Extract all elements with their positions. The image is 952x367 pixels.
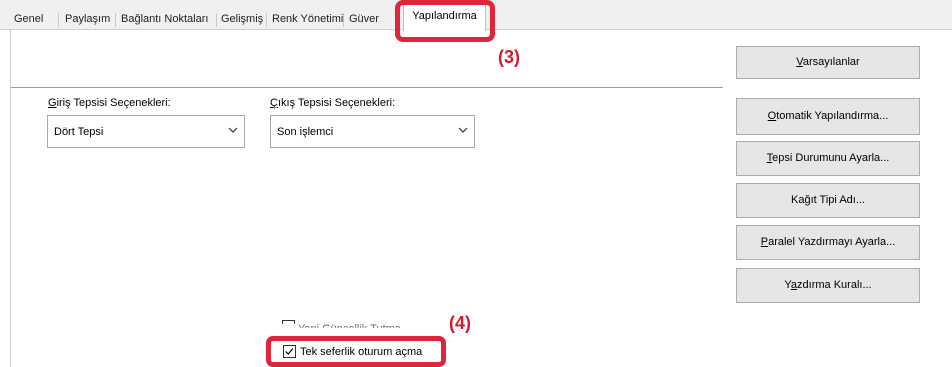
tab-color-management[interactable]: Renk Yönetimi (272, 10, 343, 30)
output-tray-value: Son işlemci (277, 126, 334, 138)
tab-separator (115, 13, 116, 27)
tab-general[interactable]: Genel (14, 10, 43, 30)
tab-separator (266, 13, 267, 27)
defaults-button-label: arsayılanlar (802, 56, 860, 68)
output-tray-label-text: ıkış Tepsisi Seçenekleri: (277, 97, 396, 109)
parallel-printing-button[interactable]: Paralel Yazdırmayı Ayarla... (736, 225, 920, 260)
paper-type-label: ıt Tipi Adı... (810, 194, 865, 206)
tab-separator (343, 13, 344, 27)
input-tray-label-text: iriş Tepsisi Seçenekleri: (56, 97, 171, 109)
auto-configuration-button[interactable]: Otomatik Yapılandırma... (736, 98, 920, 135)
single-signon-label[interactable]: Tek seferlik oturum açma (300, 346, 422, 358)
tab-highlight-box (395, 0, 495, 42)
input-tray-value: Dört Tepsi (54, 126, 104, 138)
input-tray-label: Giriş Tepsisi Seçenekleri: (48, 97, 171, 109)
print-rule-label: zdırma Kuralı... (797, 279, 872, 291)
tray-status-label: epsi Durumunu Ayarla... (772, 152, 890, 164)
chevron-down-icon (458, 127, 468, 133)
paper-type-label-prefix: Ka (790, 194, 805, 206)
print-rule-button[interactable]: Yazdırma Kuralı... (736, 268, 920, 303)
parallel-printing-label: aralel Yazdırmayı Ayarla... (768, 236, 896, 248)
output-tray-label: Çıkış Tepsisi Seçenekleri: (270, 97, 395, 109)
annotation-step-3: (3) (498, 47, 520, 67)
paper-type-name-button[interactable]: Kağıt Tipi Adı... (736, 183, 920, 218)
annotation-step-4: (4) (449, 313, 471, 333)
defaults-button[interactable]: Varsayılanlar (736, 46, 920, 79)
single-signon-checkbox[interactable] (283, 345, 296, 358)
panel-border (10, 30, 11, 367)
tab-sharing[interactable]: Paylaşım (65, 10, 110, 30)
input-tray-select[interactable]: Dört Tepsi (47, 115, 245, 148)
tab-separator (216, 13, 217, 27)
section-divider (11, 87, 723, 88)
checkmark-icon (285, 348, 294, 355)
tab-separator (58, 13, 59, 27)
output-tray-select[interactable]: Son işlemci (270, 115, 475, 148)
tray-status-button[interactable]: Tepsi Durumunu Ayarla... (736, 141, 920, 176)
tab-security[interactable]: Güver (349, 10, 379, 30)
tab-advanced[interactable]: Gelişmiş (221, 10, 263, 30)
partial-checkbox[interactable] (282, 320, 295, 324)
parallel-printing-mnemonic: P (760, 236, 769, 248)
output-tray-label-mnemonic: Ç (270, 97, 278, 109)
tab-ports[interactable]: Bağlantı Noktaları (121, 10, 208, 30)
chevron-down-icon (228, 127, 238, 133)
auto-configuration-label: tomatik Yapılandırma... (776, 110, 889, 122)
auto-configuration-mnemonic: O (767, 110, 777, 122)
input-tray-label-mnemonic: G (48, 97, 57, 109)
partial-checkbox-label: Yeni Güncellik Tutma (298, 323, 401, 335)
